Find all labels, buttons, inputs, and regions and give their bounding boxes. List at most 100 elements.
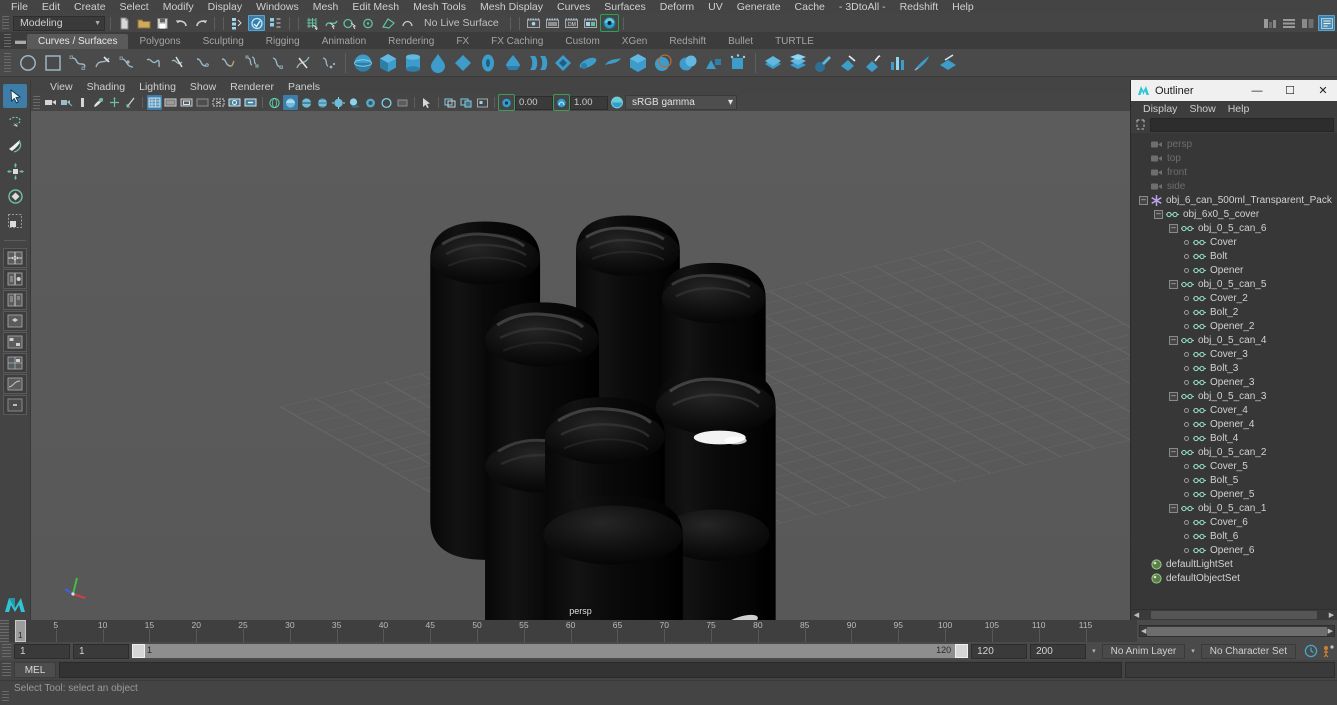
- outliner-item[interactable]: Bolt: [1131, 249, 1337, 263]
- time-range-thumb[interactable]: [1147, 626, 1327, 636]
- shelf-tab-fx[interactable]: FX: [445, 34, 480, 49]
- menu-generate[interactable]: Generate: [730, 0, 788, 14]
- outliner-item[interactable]: Cover_3: [1131, 347, 1337, 361]
- collapse-expander-icon[interactable]: –: [1169, 391, 1178, 401]
- sculpt-tool-icon[interactable]: [811, 51, 835, 75]
- menu-cache[interactable]: Cache: [788, 0, 832, 14]
- quick-layout-persp-outliner-button[interactable]: [3, 269, 27, 289]
- bezier-curve-tool-icon[interactable]: [116, 51, 140, 75]
- outliner-horizontal-scrollbar[interactable]: ◀ ▶: [1131, 609, 1337, 620]
- menu-windows[interactable]: Windows: [249, 0, 306, 14]
- select-object-mode-icon[interactable]: [248, 15, 265, 31]
- undo-button[interactable]: [173, 15, 190, 31]
- polygon-cylinder-icon[interactable]: [401, 51, 425, 75]
- bevel-icon[interactable]: [761, 51, 785, 75]
- smooth-proxy-icon[interactable]: [726, 51, 750, 75]
- collapse-expander-icon[interactable]: –: [1169, 447, 1178, 457]
- rotate-tool-button[interactable]: [3, 184, 27, 208]
- outliner-item[interactable]: Opener_4: [1131, 417, 1337, 431]
- outliner-item[interactable]: Cover_2: [1131, 291, 1337, 305]
- collapse-expander-icon[interactable]: –: [1139, 195, 1148, 205]
- shelf-collapse-icon[interactable]: ▬: [14, 34, 27, 47]
- chevron-down-icon[interactable]: ▾: [1089, 647, 1099, 655]
- anim-layer-dropdown[interactable]: No Anim Layer: [1101, 643, 1186, 659]
- shelf-tab-fx-caching[interactable]: FX Caching: [480, 34, 554, 49]
- move-tool-button[interactable]: [3, 159, 27, 183]
- quick-layout-single-persp-button[interactable]: [3, 311, 27, 331]
- three-point-arc-icon[interactable]: [166, 51, 190, 75]
- collapse-expander-icon[interactable]: –: [1154, 209, 1163, 219]
- select-tool-button[interactable]: [3, 84, 27, 108]
- use-all-lights-icon[interactable]: [331, 95, 346, 110]
- help-line-grip[interactable]: [2, 691, 9, 703]
- channel-box-toggle-icon[interactable]: [1299, 15, 1316, 31]
- pencil-curve-tool-icon[interactable]: [141, 51, 165, 75]
- shelf-tab-polygons[interactable]: Polygons: [128, 34, 191, 49]
- outliner-item[interactable]: Cover_5: [1131, 459, 1337, 473]
- wireframe-shading-icon[interactable]: [267, 95, 282, 110]
- shaded-wireframe-icon[interactable]: [299, 95, 314, 110]
- viewport-menu-lighting[interactable]: Lighting: [132, 80, 183, 94]
- menu-mesh[interactable]: Mesh: [306, 0, 346, 14]
- menu-help[interactable]: Help: [945, 0, 981, 14]
- resolution-gate-icon[interactable]: [179, 95, 194, 110]
- isolate-select-icon[interactable]: [243, 95, 258, 110]
- menu-curves[interactable]: Curves: [550, 0, 597, 14]
- viewport-snapshot-icon[interactable]: [475, 95, 490, 110]
- chevron-down-icon[interactable]: ▾: [1188, 647, 1198, 655]
- menu-deform[interactable]: Deform: [653, 0, 701, 14]
- save-scene-button[interactable]: [154, 15, 171, 31]
- collapse-expander-icon[interactable]: –: [1169, 503, 1178, 513]
- outliner-item[interactable]: – obj_0_5_can_2: [1131, 445, 1337, 459]
- minimize-button[interactable]: —: [1243, 80, 1271, 101]
- outliner-item[interactable]: – obj_0_5_can_1: [1131, 501, 1337, 515]
- camera-attributes-icon[interactable]: [75, 95, 90, 110]
- outliner-item[interactable]: Cover_4: [1131, 403, 1337, 417]
- outliner-item[interactable]: Bolt_2: [1131, 305, 1337, 319]
- menu-surfaces[interactable]: Surfaces: [597, 0, 652, 14]
- command-input-field[interactable]: [59, 662, 1122, 678]
- range-start-handle[interactable]: [132, 644, 145, 658]
- motion-blur-icon[interactable]: [395, 95, 410, 110]
- shadows-icon[interactable]: [347, 95, 362, 110]
- grid-toggle-icon[interactable]: [147, 95, 162, 110]
- viewport-toolbar-grip[interactable]: [33, 96, 40, 109]
- tool-settings-toggle-icon[interactable]: [1280, 15, 1297, 31]
- shelf-tab-bullet[interactable]: Bullet: [717, 34, 764, 49]
- perspective-viewport[interactable]: persp: [31, 111, 1130, 620]
- outliner-item[interactable]: Bolt_3: [1131, 361, 1337, 375]
- animation-preferences-icon[interactable]: [1320, 644, 1335, 659]
- range-end-handle[interactable]: [955, 644, 969, 658]
- render-view-icon[interactable]: [599, 14, 619, 32]
- redo-button[interactable]: [192, 15, 209, 31]
- viewport-render-region-icon[interactable]: [443, 95, 458, 110]
- nurbs-square-icon[interactable]: [41, 51, 65, 75]
- shelf-tab-rendering[interactable]: Rendering: [377, 34, 445, 49]
- snap-to-view-plane-icon[interactable]: [380, 15, 397, 31]
- curve-fillet-icon[interactable]: [266, 51, 290, 75]
- gamma-value-field[interactable]: 1.00: [570, 95, 608, 110]
- shelf-tab-custom[interactable]: Custom: [554, 34, 610, 49]
- shelf-tab-xgen[interactable]: XGen: [611, 34, 659, 49]
- collapse-expander-icon[interactable]: –: [1169, 223, 1178, 233]
- outliner-item[interactable]: side: [1131, 179, 1337, 193]
- paint-tool-icon[interactable]: [911, 51, 935, 75]
- shelf-tab-rigging[interactable]: Rigging: [255, 34, 311, 49]
- outliner-item[interactable]: defaultLightSet: [1131, 557, 1337, 571]
- menu-3dtoall[interactable]: - 3DtoAll -: [832, 0, 893, 14]
- anim-start-time-field[interactable]: 1: [14, 643, 70, 659]
- make-live-icon[interactable]: [399, 15, 416, 31]
- outliner-search-input[interactable]: [1150, 117, 1334, 132]
- polygon-torus-icon[interactable]: [476, 51, 500, 75]
- time-slider-grip[interactable]: [0, 620, 9, 642]
- outliner-item[interactable]: Opener_6: [1131, 543, 1337, 557]
- maximize-button[interactable]: ☐: [1276, 80, 1304, 101]
- lock-camera-icon[interactable]: [59, 95, 74, 110]
- quick-layout-hypergraph-button[interactable]: [3, 332, 27, 352]
- polygon-sphere-icon[interactable]: [351, 51, 375, 75]
- texture-shading-icon[interactable]: [315, 95, 330, 110]
- anim-end-time-field[interactable]: 200: [1030, 643, 1087, 659]
- playback-start-time-field[interactable]: 1: [73, 643, 129, 659]
- outliner-tree[interactable]: persp top front side – obj_6_can_500ml_Transp…: [1131, 133, 1337, 609]
- curve-edit-tool-icon[interactable]: [216, 51, 240, 75]
